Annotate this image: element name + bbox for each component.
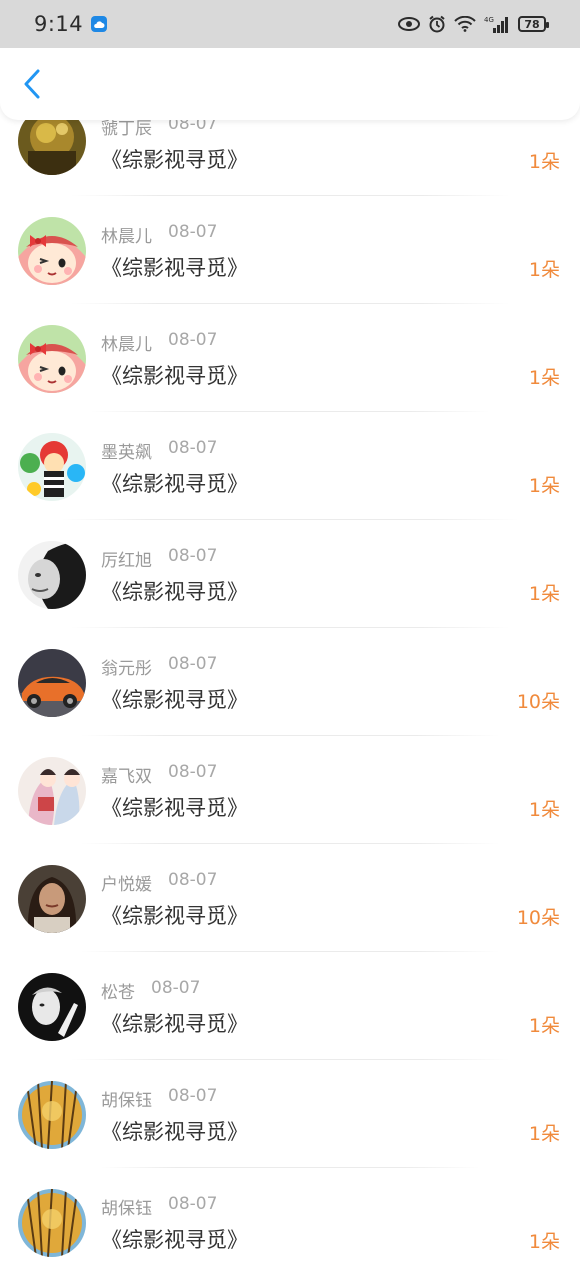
gift-amount: 1朵: [528, 1123, 560, 1145]
sender-name: 嘉飞双: [101, 767, 152, 787]
list-item[interactable]: 林晨儿 08-07 《综影视寻觅》 1朵: [0, 304, 580, 412]
sender-name: 墨英飙: [101, 443, 152, 463]
sender-name: 户悦媛: [101, 875, 152, 895]
record-meta: 厉红旭 08-07: [101, 546, 217, 571]
record-date: 08-07: [168, 330, 218, 350]
book-title: 《综影视寻觅》: [101, 364, 248, 388]
avatar: [18, 217, 86, 285]
record-meta: 胡保钰 08-07: [101, 1086, 217, 1111]
book-title: 《综影视寻觅》: [101, 796, 248, 820]
record-date: 08-07: [168, 1086, 218, 1106]
record-meta: 林晨儿 08-07: [101, 330, 217, 355]
record-date: 08-07: [168, 762, 218, 782]
cloud-notification-icon: [91, 16, 108, 32]
list-item[interactable]: 胡保钰 08-07 《综影视寻觅》 1朵: [0, 1060, 580, 1168]
list-item[interactable]: 嘉飞双 08-07 《综影视寻觅》 1朵: [0, 736, 580, 844]
sender-name: 厉红旭: [101, 551, 152, 571]
gift-amount: 1朵: [528, 367, 560, 389]
sender-name: 翁元彤: [101, 659, 152, 679]
avatar: [18, 973, 86, 1041]
sender-name: 林晨儿: [101, 335, 152, 355]
list-item[interactable]: 厉红旭 08-07 《综影视寻觅》 1朵: [0, 520, 580, 628]
list-item[interactable]: 松苍 08-07 《综影视寻觅》 1朵: [0, 952, 580, 1060]
avatar: [18, 325, 86, 393]
book-title: 《综影视寻觅》: [101, 904, 248, 928]
avatar: [18, 757, 86, 825]
avatar: [18, 433, 86, 501]
gift-amount: 10朵: [516, 907, 560, 929]
book-title: 《综影视寻觅》: [101, 688, 248, 712]
record-meta: 户悦媛 08-07: [101, 870, 217, 895]
battery-icon: 78: [518, 16, 549, 32]
book-title: 《综影视寻觅》: [101, 1228, 248, 1252]
status-bar-right: 4G 78: [398, 15, 549, 33]
record-meta: 墨英飙 08-07: [101, 438, 217, 463]
avatar: [18, 1081, 86, 1149]
status-bar: 9:14 4G 78: [0, 0, 580, 48]
gift-record-list: 虢丁辰 08-07 《综影视寻觅》 1朵 林晨儿 08-07 《综影视寻觅》 1…: [0, 0, 580, 1280]
cellular-signal-icon: 4G: [484, 15, 510, 33]
sender-name: 胡保钰: [101, 1199, 152, 1219]
book-title: 《综影视寻觅》: [101, 148, 248, 172]
list-item[interactable]: 林晨儿 08-07 《综影视寻觅》 1朵: [0, 196, 580, 304]
svg-text:4G: 4G: [484, 16, 494, 24]
book-title: 《综影视寻觅》: [101, 580, 248, 604]
sender-name: 胡保钰: [101, 1091, 152, 1111]
list-item[interactable]: 胡保钰 08-07 《综影视寻觅》 1朵: [0, 1168, 580, 1276]
alarm-icon: [428, 15, 446, 33]
eye-icon: [398, 17, 420, 31]
list-item[interactable]: 墨英飙 08-07 《综影视寻觅》 1朵: [0, 412, 580, 520]
sender-name: 松苍: [101, 983, 135, 1003]
list-item[interactable]: 户悦媛 08-07 《综影视寻觅》 10朵: [0, 844, 580, 952]
book-title: 《综影视寻觅》: [101, 1120, 248, 1144]
back-button[interactable]: [14, 66, 50, 102]
avatar: [18, 649, 86, 717]
book-title: 《综影视寻觅》: [101, 256, 248, 280]
record-meta: 翁元彤 08-07: [101, 654, 217, 679]
record-date: 08-07: [168, 438, 218, 458]
record-date: 08-07: [168, 1194, 218, 1214]
record-meta: 胡保钰 08-07: [101, 1194, 217, 1219]
record-date: 08-07: [168, 654, 218, 674]
status-bar-left: 9:14: [34, 12, 108, 36]
record-meta: 嘉飞双 08-07: [101, 762, 217, 787]
record-date: 08-07: [168, 870, 218, 890]
gift-amount: 10朵: [516, 691, 560, 713]
gift-amount: 1朵: [528, 259, 560, 281]
record-date: 08-07: [168, 546, 218, 566]
avatar: [18, 1189, 86, 1257]
gift-amount: 1朵: [528, 1015, 560, 1037]
gift-amount: 1朵: [528, 1231, 560, 1253]
book-title: 《综影视寻觅》: [101, 1012, 248, 1036]
chevron-left-icon: [24, 69, 40, 99]
book-title: 《综影视寻觅》: [101, 472, 248, 496]
top-app-bar: [0, 48, 580, 120]
status-time: 9:14: [34, 12, 84, 36]
gift-amount: 1朵: [528, 583, 560, 605]
gift-amount: 1朵: [528, 475, 560, 497]
gift-amount: 1朵: [528, 799, 560, 821]
record-meta: 松苍 08-07: [101, 978, 200, 1003]
avatar: [18, 541, 86, 609]
record-date: 08-07: [168, 222, 218, 242]
list-item[interactable]: 翁元彤 08-07 《综影视寻觅》 10朵: [0, 628, 580, 736]
avatar: [18, 865, 86, 933]
sender-name: 林晨儿: [101, 227, 152, 247]
record-date: 08-07: [151, 978, 201, 998]
wifi-icon: [454, 16, 476, 32]
record-meta: 林晨儿 08-07: [101, 222, 217, 247]
gift-amount: 1朵: [528, 151, 560, 173]
